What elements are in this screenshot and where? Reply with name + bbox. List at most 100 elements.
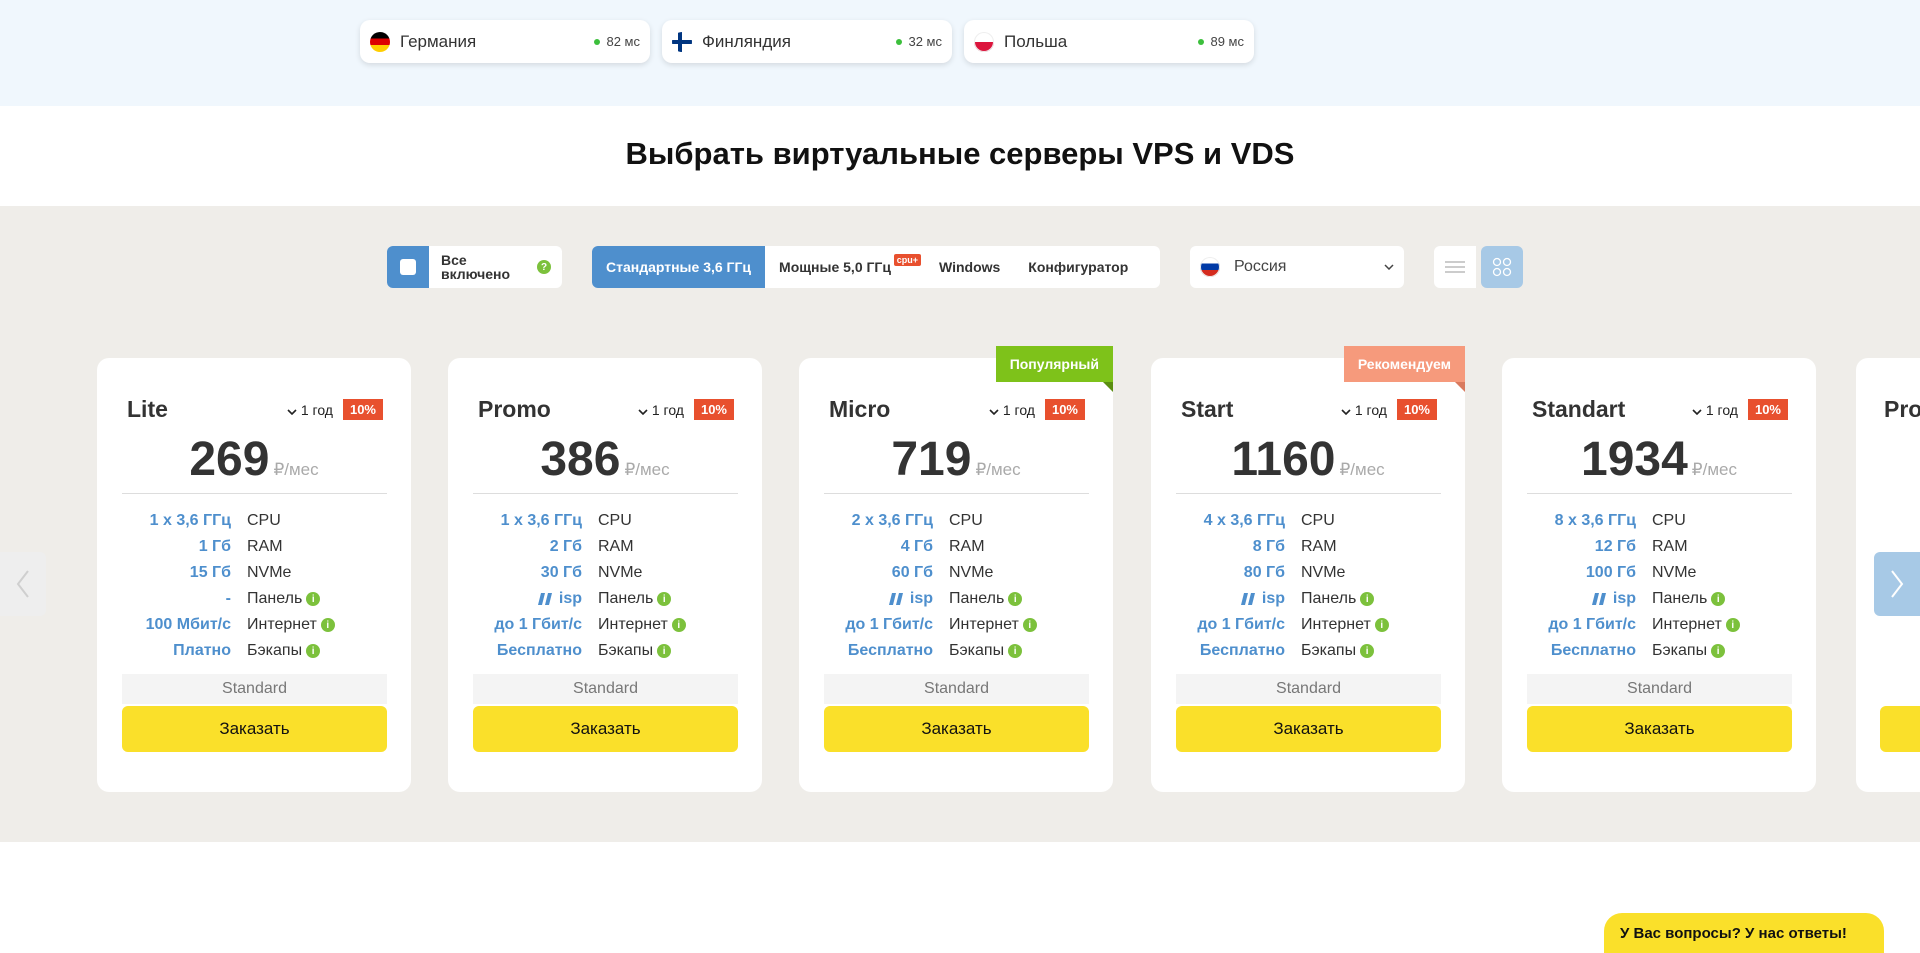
order-button[interactable]: Заказать xyxy=(1527,706,1792,752)
spec-panel: isp Панель i xyxy=(473,586,738,612)
plan-name: Micro xyxy=(829,396,891,422)
cpu-plus-badge: cpu+ xyxy=(893,254,921,266)
plan-price: 719 ₽/мес xyxy=(799,432,1113,487)
plan-specs: 2 x 3,6 ГГц CPU 4 Гб RAM 60 Гб NVMe isp Пане… xyxy=(824,508,1089,664)
order-button[interactable]: Заказать xyxy=(473,706,738,752)
order-button-partial[interactable] xyxy=(1880,706,1920,752)
carousel-next-button[interactable] xyxy=(1874,552,1920,616)
location-name: Германия xyxy=(400,31,477,51)
price-unit: ₽/мес xyxy=(1691,460,1737,479)
tier-label: Standard xyxy=(824,674,1089,704)
status-dot-icon xyxy=(896,38,903,45)
ping-value: 32 мс xyxy=(908,34,942,49)
plan-specs: 1 x 3,6 ГГц CPU 1 Гб RAM 15 Гб NVMe - Панель… xyxy=(122,508,387,664)
tier-label: Standard xyxy=(1176,674,1441,704)
info-icon[interactable]: i xyxy=(671,618,686,632)
info-icon[interactable]: i xyxy=(1725,618,1740,632)
price-value: 719 xyxy=(891,433,972,486)
tab-windows[interactable]: Windows xyxy=(925,246,1014,288)
grid-view-button[interactable] xyxy=(1481,246,1523,288)
spec-value: 100 Мбит/с xyxy=(145,616,231,633)
location-finland[interactable]: Финляндия 32 мс xyxy=(662,20,952,63)
divider xyxy=(1527,493,1792,494)
period-select[interactable]: 1 год xyxy=(287,402,333,418)
spec-label: Интернет i xyxy=(598,616,686,634)
location-poland[interactable]: Польша 89 мс xyxy=(964,20,1254,63)
period-value: 1 год xyxy=(651,401,684,418)
discount-badge: 10% xyxy=(1747,399,1788,420)
order-button[interactable]: Заказать xyxy=(824,706,1089,752)
period-select[interactable]: 1 год xyxy=(1692,402,1738,418)
period-select[interactable]: 1 год xyxy=(989,402,1035,418)
order-button[interactable]: Заказать xyxy=(1176,706,1441,752)
info-icon[interactable]: i xyxy=(306,592,321,606)
divider xyxy=(824,493,1089,494)
spec-label: Панель i xyxy=(1652,590,1726,608)
spec-panel: isp Панель i xyxy=(824,586,1089,612)
spec-value: до 1 Гбит/с xyxy=(1197,616,1285,633)
divider xyxy=(122,493,387,494)
plan-header: Start 1 год 10% xyxy=(1181,396,1437,423)
list-view-button[interactable] xyxy=(1434,246,1476,288)
panel-value: isp xyxy=(1261,590,1285,607)
spec-value: 2 x 3,6 ГГц xyxy=(851,512,933,529)
spec-label: NVMe xyxy=(1301,564,1346,581)
divider xyxy=(473,493,738,494)
period-select[interactable]: 1 год xyxy=(1341,402,1387,418)
discount-badge: 10% xyxy=(1396,399,1437,420)
location-name: Польша xyxy=(1004,31,1068,51)
info-icon[interactable]: i xyxy=(320,618,335,632)
period-value: 1 год xyxy=(1705,401,1738,418)
tab-powerful[interactable]: Мощные 5,0 ГГц cpu+ xyxy=(765,246,925,288)
spec-label: NVMe xyxy=(247,564,292,581)
period-select[interactable]: 1 год xyxy=(638,402,684,418)
tier-label: Standard xyxy=(1527,674,1792,704)
info-icon[interactable]: i xyxy=(657,644,672,658)
all-included-filter: Все включено ? xyxy=(387,246,562,288)
all-included-checkbox[interactable] xyxy=(387,246,429,288)
plan-header: Promo 1 год 10% xyxy=(478,396,734,423)
info-icon[interactable]: i xyxy=(1008,644,1023,658)
info-icon[interactable]: i xyxy=(1008,592,1023,606)
info-icon[interactable]: i xyxy=(306,644,321,658)
spec-label: Панель i xyxy=(247,590,321,608)
chevron-down-icon xyxy=(1341,408,1351,415)
order-button[interactable]: Заказать xyxy=(122,706,387,752)
spec-label-text: Интернет xyxy=(1652,616,1722,633)
region-select[interactable]: Россия xyxy=(1190,246,1404,288)
plan-name: Promo xyxy=(478,396,551,422)
spec-label: Интернет i xyxy=(1652,616,1740,634)
region-name: Россия xyxy=(1234,258,1287,275)
plan-card-promo: Promo 1 год 10% 386 ₽/мес 1 x 3,6 ГГц CPU … xyxy=(448,358,762,792)
info-icon[interactable]: i xyxy=(1360,592,1375,606)
price-value: 386 xyxy=(540,433,621,486)
help-icon[interactable]: ? xyxy=(537,260,551,274)
location-germany[interactable]: Германия 82 мс xyxy=(360,20,650,63)
info-icon[interactable]: i xyxy=(1360,644,1375,658)
carousel-prev-button[interactable] xyxy=(0,552,46,616)
tab-configurator[interactable]: Конфигуратор xyxy=(1014,246,1142,288)
spec-ram: 8 Гб RAM xyxy=(1176,534,1441,560)
location-ping: 89 мс xyxy=(1198,34,1244,49)
info-icon[interactable]: i xyxy=(1022,618,1037,632)
spec-value: до 1 Гбит/с xyxy=(494,616,582,633)
spec-label-text: Панель xyxy=(949,590,1005,607)
chat-widget-button[interactable]: У Вас вопросы? У нас ответы! xyxy=(1604,913,1884,953)
spec-nvme: 100 Гб NVMe xyxy=(1527,560,1792,586)
panel-value: isp xyxy=(909,590,933,607)
spec-label: Панель i xyxy=(598,590,672,608)
all-included-toggle[interactable]: Все включено ? xyxy=(387,246,562,288)
info-icon[interactable]: i xyxy=(1711,644,1726,658)
spec-internet: до 1 Гбит/с Интернет i xyxy=(473,612,738,638)
tab-standard[interactable]: Стандартные 3,6 ГГц xyxy=(592,246,766,288)
plan-price: 1934 ₽/мес xyxy=(1502,432,1816,487)
plan-price: 386 ₽/мес xyxy=(448,432,762,487)
info-icon[interactable]: i xyxy=(1711,592,1726,606)
info-icon[interactable]: i xyxy=(657,592,672,606)
spec-internet: до 1 Гбит/с Интернет i xyxy=(1527,612,1792,638)
spec-label: Бэкапы i xyxy=(949,642,1023,660)
info-icon[interactable]: i xyxy=(1374,618,1389,632)
chevron-down-icon xyxy=(287,408,297,415)
plan-card-standart: Standart 1 год 10% 1934 ₽/мес 8 x 3,6 ГГц… xyxy=(1502,358,1816,792)
discount-badge: 10% xyxy=(693,399,734,420)
